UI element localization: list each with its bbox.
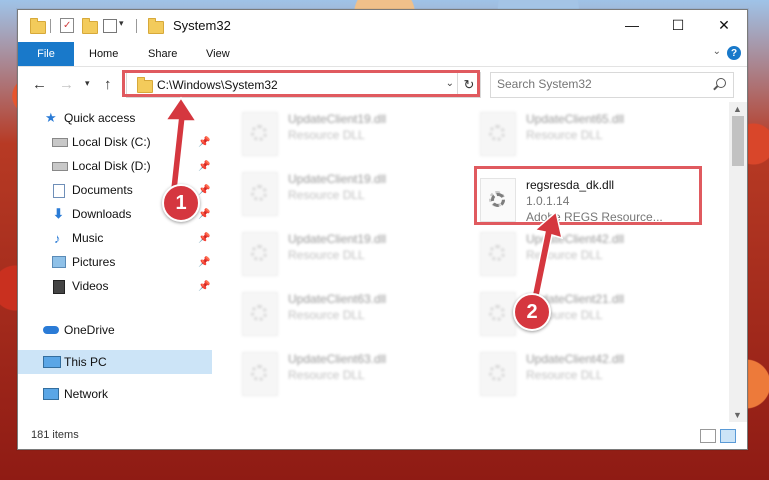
callout-marker-1: 1 bbox=[162, 184, 200, 222]
arrow-2 bbox=[531, 210, 564, 299]
arrow-1 bbox=[164, 96, 198, 195]
annotation-arrows bbox=[164, 96, 564, 299]
callout-marker-2: 2 bbox=[513, 293, 551, 331]
